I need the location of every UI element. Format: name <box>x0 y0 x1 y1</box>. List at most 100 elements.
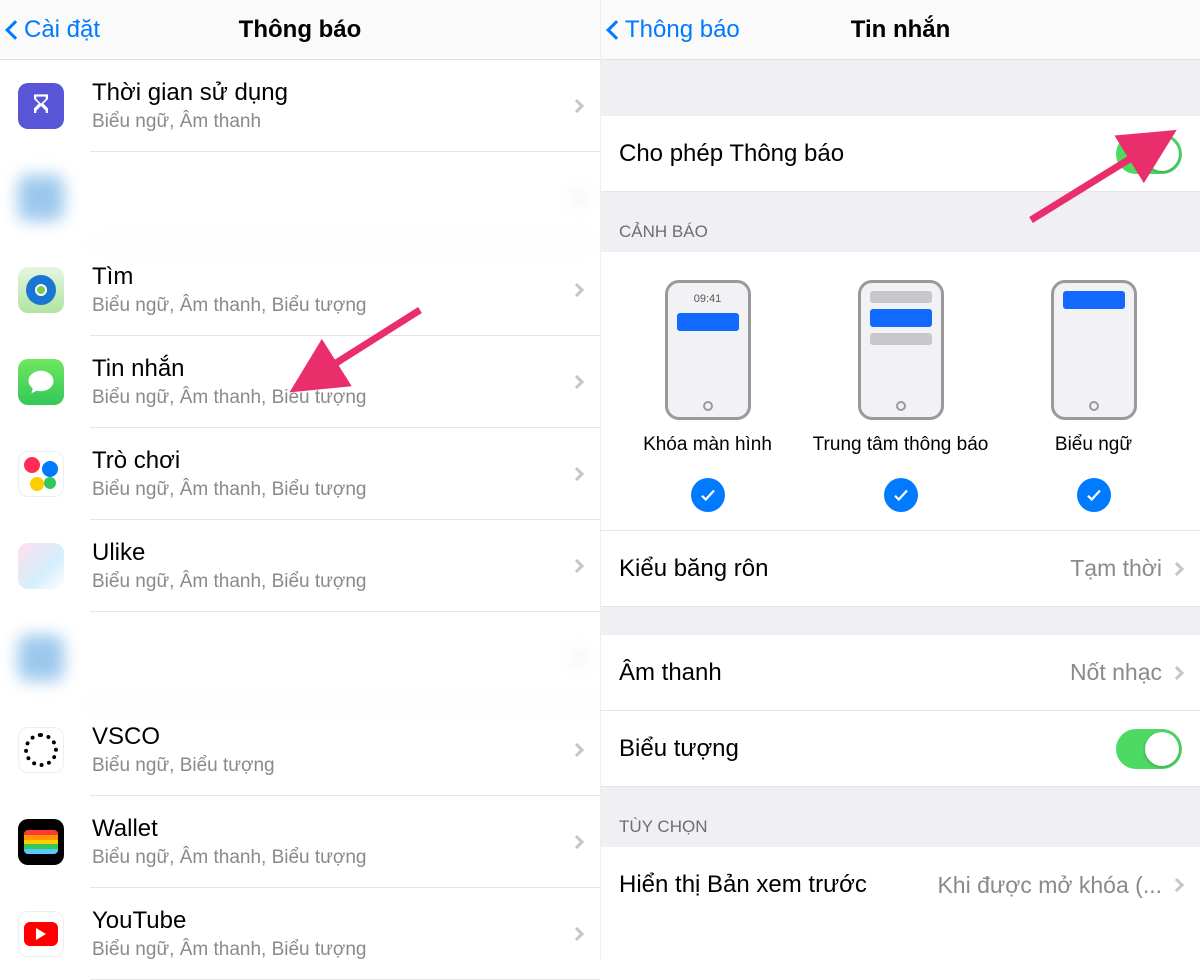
allow-notifications-toggle[interactable] <box>1116 134 1182 174</box>
app-row[interactable]: Wallet Biểu ngữ, Âm thanh, Biểu tượng <box>0 796 600 888</box>
show-preview-value: Khi được mở khóa (... <box>937 872 1162 899</box>
app-row-texts: YouTube Biểu ngữ, Âm thanh, Biểu tượng <box>92 907 562 961</box>
app-notification-summary: Biểu ngữ, Âm thanh, Biểu tượng <box>92 847 562 869</box>
navbar-left: Cài đặt Thông báo <box>0 0 600 60</box>
app-notification-summary: Biểu ngữ, Âm thanh, Biểu tượng <box>92 571 562 593</box>
chevron-right-icon <box>1170 878 1184 892</box>
messages-settings-pane: Thông báo Tin nhắn Cho phép Thông báo CẢ… <box>600 0 1200 960</box>
chevron-left-icon <box>606 20 626 40</box>
navbar-right: Thông báo Tin nhắn <box>601 0 1200 60</box>
screen-time-icon <box>18 83 64 129</box>
chevron-right-icon <box>570 743 584 757</box>
messages-icon <box>18 359 64 405</box>
chevron-right-icon <box>570 375 584 389</box>
app-row-texts: Ulike Biểu ngữ, Âm thanh, Biểu tượng <box>92 539 562 593</box>
notifications-pane: Cài đặt Thông báo Thời gian sử dụng Biểu … <box>0 0 600 960</box>
app-name: Thời gian sử dụng <box>92 79 562 107</box>
back-label: Thông báo <box>625 16 740 44</box>
youtube-icon <box>18 911 64 957</box>
page-title-notifications: Thông báo <box>239 16 362 44</box>
alert-type-label: Biểu ngữ <box>1055 434 1132 456</box>
app-row[interactable] <box>0 612 600 704</box>
alert-type-banner[interactable]: Biểu ngữ <box>998 280 1189 512</box>
alert-type-label: Khóa màn hình <box>643 434 772 456</box>
game-center-icon <box>18 451 64 497</box>
app-row[interactable]: Tìm Biểu ngữ, Âm thanh, Biểu tượng <box>0 244 600 336</box>
chevron-right-icon <box>570 651 584 665</box>
app-name: Wallet <box>92 815 562 843</box>
page-title-messages: Tin nhắn <box>851 16 951 44</box>
sound-value: Nốt nhạc <box>1070 659 1162 686</box>
alert-type-label: Trung tâm thông báo <box>813 434 989 456</box>
chevron-right-icon <box>570 191 584 205</box>
app-row[interactable]: VSCOBiểu ngữ, Biểu tượng <box>0 704 600 796</box>
mock-time: 09:41 <box>694 293 722 305</box>
checkmark-icon <box>1077 478 1111 512</box>
app-row[interactable]: Tin nhắn Biểu ngữ, Âm thanh, Biểu tượng <box>0 336 600 428</box>
app-row[interactable]: Ulike Biểu ngữ, Âm thanh, Biểu tượng <box>0 520 600 612</box>
banner-style-label: Kiểu băng rôn <box>619 555 768 583</box>
app-notification-summary: Biểu ngữ, Âm thanh, Biểu tượng <box>92 295 562 317</box>
back-button-notifications[interactable]: Thông báo <box>609 16 740 44</box>
checkmark-icon <box>884 478 918 512</box>
app-row-texts: Wallet Biểu ngữ, Âm thanh, Biểu tượng <box>92 815 562 869</box>
section-gap <box>601 60 1200 116</box>
app-notification-summary: Biểu ngữ, Âm thanh <box>92 111 562 133</box>
badge-toggle[interactable] <box>1116 729 1182 769</box>
chevron-right-icon <box>570 467 584 481</box>
app-name: Trò chơi <box>92 447 562 475</box>
app-row-texts <box>92 196 562 200</box>
show-preview-row[interactable]: Hiển thị Bản xem trước Khi được mở khóa … <box>601 847 1200 923</box>
blurred-app-icon <box>18 175 64 221</box>
allow-notifications-label: Cho phép Thông báo <box>619 140 844 168</box>
alert-type-lockscreen[interactable]: 09:41 Khóa màn hình <box>612 280 803 512</box>
section-gap <box>601 607 1200 635</box>
back-button-settings[interactable]: Cài đặt <box>8 16 100 44</box>
app-list: Thời gian sử dụng Biểu ngữ, Âm thanh Tìm Bi… <box>0 60 600 980</box>
badge-label: Biểu tượng <box>619 735 739 763</box>
app-notification-summary: Biểu ngữ, Âm thanh, Biểu tượng <box>92 387 562 409</box>
chevron-right-icon <box>570 283 584 297</box>
app-row-texts: Tìm Biểu ngữ, Âm thanh, Biểu tượng <box>92 263 562 317</box>
alerts-section-header: CẢNH BÁO <box>601 192 1200 252</box>
app-row-texts: Thời gian sử dụng Biểu ngữ, Âm thanh <box>92 79 562 133</box>
alert-types-area: 09:41 Khóa màn hình Trung tâm thông báo <box>601 252 1200 531</box>
app-row-texts <box>92 656 562 660</box>
banner-preview-icon <box>1051 280 1137 420</box>
chevron-right-icon <box>1170 665 1184 679</box>
chevron-right-icon <box>1170 561 1184 575</box>
ulike-icon <box>18 543 64 589</box>
badge-row[interactable]: Biểu tượng <box>601 711 1200 787</box>
banner-style-row[interactable]: Kiểu băng rôn Tạm thời <box>601 531 1200 607</box>
chevron-right-icon <box>570 927 584 941</box>
sound-row[interactable]: Âm thanh Nốt nhạc <box>601 635 1200 711</box>
options-section-header: TÙY CHỌN <box>601 787 1200 847</box>
sound-label: Âm thanh <box>619 659 722 687</box>
app-row[interactable]: Thời gian sử dụng Biểu ngữ, Âm thanh <box>0 60 600 152</box>
checkmark-icon <box>691 478 725 512</box>
app-row[interactable]: Trò chơi Biểu ngữ, Âm thanh, Biểu tượng <box>0 428 600 520</box>
allow-notifications-row[interactable]: Cho phép Thông báo <box>601 116 1200 192</box>
alert-type-notification-center[interactable]: Trung tâm thông báo <box>805 280 996 512</box>
app-name: Tin nhắn <box>92 355 562 383</box>
find-my-icon <box>18 267 64 313</box>
blurred-app-icon <box>18 635 64 681</box>
app-notification-summary: Biểu ngữ, Âm thanh, Biểu tượng <box>92 939 562 961</box>
app-name: YouTube <box>92 907 562 935</box>
app-row-texts: VSCOBiểu ngữ, Biểu tượng <box>92 723 562 777</box>
app-notification-summary: Biểu ngữ, Biểu tượng <box>92 755 562 777</box>
lockscreen-preview-icon: 09:41 <box>665 280 751 420</box>
banner-style-value: Tạm thời <box>1070 555 1162 582</box>
back-label: Cài đặt <box>24 16 100 44</box>
wallet-icon <box>18 819 64 865</box>
app-row-texts: Tin nhắn Biểu ngữ, Âm thanh, Biểu tượng <box>92 355 562 409</box>
app-notification-summary: Biểu ngữ, Âm thanh, Biểu tượng <box>92 479 562 501</box>
app-row[interactable] <box>0 152 600 244</box>
app-name: Ulike <box>92 539 562 567</box>
app-name: Tìm <box>92 263 562 291</box>
show-preview-label: Hiển thị Bản xem trước <box>619 871 867 899</box>
chevron-right-icon <box>570 835 584 849</box>
app-row[interactable]: YouTube Biểu ngữ, Âm thanh, Biểu tượng <box>0 888 600 980</box>
chevron-right-icon <box>570 559 584 573</box>
chevron-right-icon <box>570 99 584 113</box>
